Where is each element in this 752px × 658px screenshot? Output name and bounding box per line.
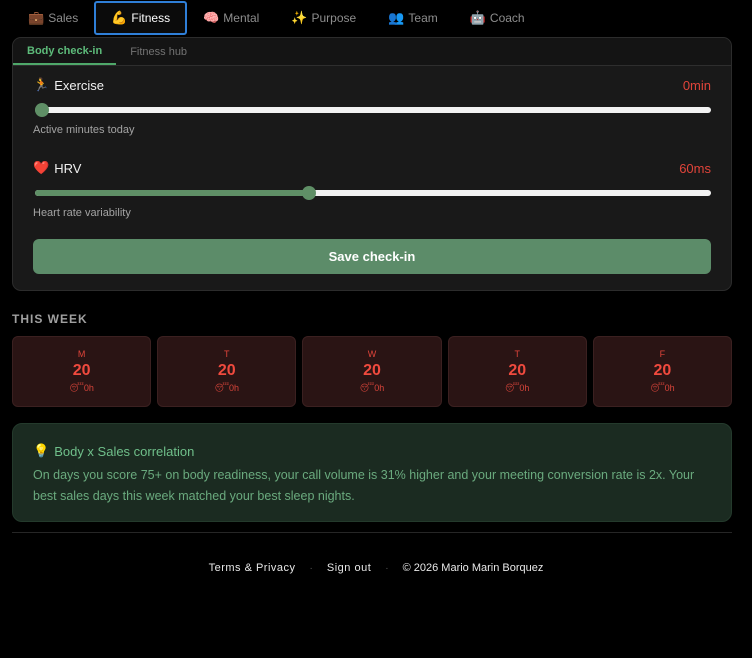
exercise-description: Active minutes today: [33, 124, 135, 136]
tab-mental[interactable]: 🧠 Mental: [187, 1, 275, 35]
footer-separator: ·: [385, 562, 389, 574]
tab-label: Fitness: [131, 11, 171, 25]
sleeping-face-icon: 😴: [504, 383, 520, 393]
sleeping-face-icon: 😴: [359, 383, 375, 393]
insight-title-text: Body x Sales correlation: [54, 443, 195, 459]
exercise-slider[interactable]: [33, 102, 711, 118]
hrv-metric: ❤️ HRV 60ms Heart rate variability: [33, 159, 711, 219]
save-checkin-button[interactable]: Save check-in: [33, 239, 711, 274]
red-heart-icon: ❤️: [33, 160, 50, 175]
hrv-value: 60ms: [679, 160, 711, 176]
day-score: 20: [72, 362, 91, 379]
subtab-fitness-hub[interactable]: Fitness hub: [116, 38, 201, 65]
slider-thumb[interactable]: [301, 186, 316, 200]
tab-sales[interactable]: 💼 Sales: [12, 1, 94, 35]
sleep-hours: 0h: [229, 383, 240, 393]
sleeping-face-icon: 😴: [650, 383, 665, 393]
exercise-value: 0min: [682, 77, 711, 93]
day-score: 20: [653, 362, 672, 379]
hrv-title: ❤️ HRV: [33, 160, 81, 176]
sleeping-face-icon: 😴: [214, 383, 230, 393]
sign-out-link[interactable]: Sign out: [327, 562, 371, 574]
tab-coach[interactable]: 🤖 Coach: [454, 1, 541, 35]
top-nav: 💼 Sales 💪 Fitness 🧠 Mental ✨ Purpose 👥 T…: [12, 0, 732, 36]
day-sleep: 😴0h: [650, 383, 674, 394]
day-score: 20: [363, 362, 381, 379]
day-sleep: 😴0h: [505, 383, 529, 394]
subtab-body-checkin[interactable]: Body check-in: [13, 38, 117, 65]
checkin-panel: Body check-in Fitness hub 🏃 Exercise 0mi…: [12, 37, 732, 291]
footer-separator: ·: [309, 562, 313, 574]
day-card: T 20 😴0h: [447, 336, 587, 407]
tab-label: Team: [408, 11, 438, 25]
day-card: M 20 😴0h: [12, 336, 152, 407]
sleep-hours: 0h: [664, 383, 675, 393]
people-icon: 👥: [388, 10, 405, 25]
day-card: W 20 😴0h: [302, 336, 442, 407]
day-sleep: 😴0h: [69, 383, 93, 394]
day-card: F 20 😴0h: [592, 336, 733, 407]
sparkles-icon: ✨: [291, 10, 308, 25]
tab-label: Mental: [223, 11, 260, 25]
tab-purpose[interactable]: ✨ Purpose: [275, 1, 372, 35]
briefcase-icon: 💼: [28, 10, 45, 25]
insight-text: On days you score 75+ on body readiness,…: [33, 468, 695, 503]
hrv-description: Heart rate variability: [33, 207, 131, 219]
slider-track: [35, 107, 711, 113]
day-letter: M: [77, 349, 86, 359]
hrv-slider[interactable]: [33, 185, 711, 201]
footer: Terms & Privacy · Sign out · © 2026 Mari…: [0, 559, 752, 577]
hrv-label: HRV: [54, 160, 82, 176]
day-score: 20: [217, 362, 236, 379]
exercise-label: Exercise: [54, 77, 105, 93]
tab-label: Sales: [48, 11, 79, 25]
day-letter: T: [514, 349, 520, 359]
tab-label: Coach: [489, 11, 525, 25]
day-letter: W: [367, 349, 377, 359]
insight-title: 💡 Body x Sales correlation: [33, 443, 711, 459]
insight-card: 💡 Body x Sales correlation On days you s…: [12, 423, 732, 522]
day-letter: T: [224, 349, 230, 359]
exercise-metric: 🏃 Exercise 0min Active minutes today: [33, 76, 711, 136]
week-strip: M 20 😴0h T 20 😴0h W 20 😴0h T 20 😴0h F 20…: [12, 336, 733, 407]
sleeping-face-icon: 😴: [69, 383, 84, 393]
slider-thumb[interactable]: [35, 103, 49, 117]
week-title: THIS WEEK: [12, 312, 88, 326]
sleep-hours: 0h: [83, 383, 94, 393]
day-sleep: 😴0h: [360, 383, 384, 394]
exercise-title: 🏃 Exercise: [33, 77, 104, 93]
day-score: 20: [508, 362, 527, 379]
sleep-hours: 0h: [519, 383, 530, 393]
robot-icon: 🤖: [469, 10, 486, 25]
brain-icon: 🧠: [203, 10, 220, 25]
lightbulb-icon: 💡: [33, 443, 50, 458]
subtab-bar: Body check-in Fitness hub: [13, 38, 731, 66]
day-sleep: 😴0h: [215, 383, 239, 394]
day-letter: F: [659, 349, 666, 359]
slider-fill: [35, 190, 309, 196]
day-card: T 20 😴0h: [157, 336, 297, 407]
running-person-icon: 🏃: [33, 77, 50, 92]
footer-divider: [12, 532, 732, 533]
copyright-text: © 2026 Mario Marin Borquez: [402, 562, 544, 574]
terms-privacy-link[interactable]: Terms & Privacy: [209, 562, 296, 574]
flexed-biceps-icon: 💪: [111, 10, 128, 25]
sleep-hours: 0h: [374, 383, 385, 393]
tab-team[interactable]: 👥 Team: [372, 1, 454, 35]
tab-label: Purpose: [311, 11, 357, 25]
tab-fitness[interactable]: 💪 Fitness: [94, 1, 188, 35]
